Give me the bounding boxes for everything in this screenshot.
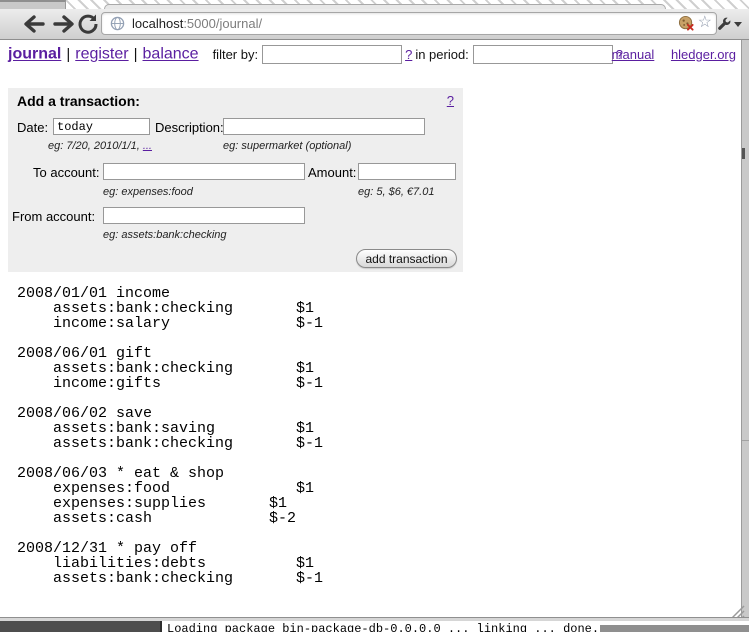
page-content: journal|register|balancefilter by:?in pe… [0, 40, 741, 617]
cookie-blocked-icon[interactable] [678, 15, 695, 32]
reload-button[interactable] [76, 12, 100, 36]
url-path: :5000/journal/ [183, 16, 262, 31]
description-hint: eg: supermarket (optional) [223, 140, 351, 152]
journal-entries: 2008/01/01 income assets:bank:checking $… [17, 286, 323, 586]
filter-by-label: filter by: [213, 47, 259, 62]
description-input[interactable] [223, 118, 425, 135]
amount-input[interactable] [358, 163, 456, 180]
url-text[interactable]: localhost:5000/journal/ [132, 16, 262, 31]
from-account-input[interactable] [103, 207, 305, 224]
date-label: Date: [17, 120, 48, 135]
scrollbar-mark [742, 148, 745, 159]
to-account-label: To account: [33, 165, 100, 180]
back-arrow-icon [22, 12, 46, 36]
scrollbar-track[interactable] [741, 40, 749, 620]
add-transaction-button[interactable]: add transaction [356, 249, 457, 268]
period-input[interactable] [473, 45, 613, 64]
forward-arrow-icon [52, 12, 76, 36]
scrollbar-divider [742, 440, 749, 441]
manual-link[interactable]: manual [612, 47, 655, 62]
terminal-output-text: Loading package bin-package-db-0.0.0.0 .… [167, 621, 599, 632]
wrench-menu-button[interactable] [715, 14, 743, 34]
background-gray-area [600, 625, 749, 632]
nav-separator: | [66, 46, 70, 63]
date-input[interactable] [53, 118, 150, 135]
browser-toolbar: localhost:5000/journal/ ☆ [0, 9, 749, 40]
panel-help-link[interactable]: ? [447, 93, 454, 108]
reload-icon [76, 12, 100, 36]
from-account-hint: eg: assets:bank:checking [103, 229, 227, 241]
background-window-strip: Loading package bin-package-db-0.0.0.0 .… [0, 621, 749, 632]
background-tab-remnant[interactable] [0, 0, 66, 9]
background-dark-area [0, 621, 160, 632]
to-account-hint: eg: expenses:food [103, 186, 193, 198]
bookmark-star-icon[interactable]: ☆ [698, 14, 712, 32]
wrench-icon [715, 16, 732, 33]
globe-icon [110, 16, 125, 31]
from-account-label: From account: [12, 209, 95, 224]
date-hint-more-link[interactable]: ... [143, 140, 152, 152]
hledger-navbar: journal | register | balance filter by:?in pe… [8, 45, 739, 67]
nav-link-register[interactable]: register [75, 46, 128, 63]
hledger-org-link[interactable]: hledger.org [671, 47, 736, 62]
menu-caret-icon [734, 22, 742, 27]
nav-link-balance[interactable]: balance [143, 46, 199, 63]
browser-window: localhost:5000/journal/ ☆ [0, 0, 749, 632]
add-transaction-panel: Add a transaction: ? Date: Description: … [8, 88, 463, 272]
description-label: Description: [155, 120, 224, 135]
terminal-window-fragment[interactable]: Loading package bin-package-db-0.0.0.0 .… [160, 621, 599, 632]
in-period-label: in period: [415, 47, 468, 62]
panel-title: Add a transaction: [17, 93, 140, 109]
filter-input[interactable] [262, 45, 402, 64]
amount-hint: eg: 5, $6, €7.01 [358, 186, 434, 198]
address-bar[interactable]: localhost:5000/journal/ ☆ [101, 12, 717, 35]
nav-separator: | [134, 46, 138, 63]
back-button[interactable] [22, 12, 46, 36]
filter-help-link[interactable]: ? [405, 47, 412, 62]
amount-label: Amount: [308, 165, 356, 180]
nav-link-journal[interactable]: journal [8, 46, 61, 63]
tab-strip [0, 0, 749, 9]
url-host: localhost [132, 16, 183, 31]
forward-button[interactable] [52, 12, 76, 36]
date-hint: eg: 7/20, 2010/1/1, ... [48, 140, 152, 152]
to-account-input[interactable] [103, 163, 305, 180]
